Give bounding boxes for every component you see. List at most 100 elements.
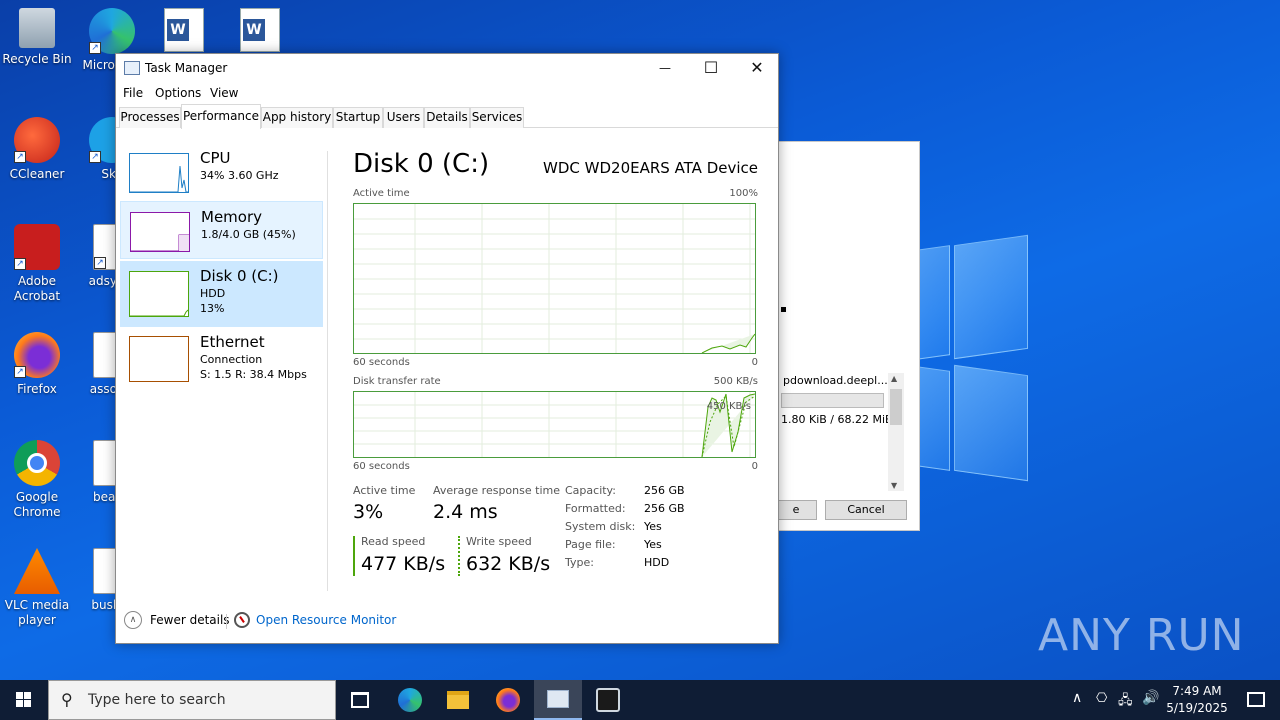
close-button[interactable]: ✕ bbox=[734, 54, 780, 83]
cancel-button[interactable]: Cancel bbox=[825, 500, 907, 520]
sidebar-item-cpu[interactable]: CPU 34% 3.60 GHz bbox=[120, 143, 323, 201]
taskbar-clock[interactable]: 7:49 AM 5/19/2025 bbox=[1162, 683, 1232, 717]
background-download-dialog: pdownload.deepl... 1.80 KiB / 68.22 MiB … bbox=[760, 141, 920, 531]
desktop-icon-label: CCleaner bbox=[9, 167, 65, 181]
prop-formatted-key: Formatted: bbox=[565, 502, 626, 515]
sidebar-item-ethernet[interactable]: Ethernet Connection S: 1.5 R: 38.4 Mbps bbox=[120, 327, 323, 389]
firefox-icon: ↗ bbox=[14, 332, 60, 378]
tab-strip: Processes Performance App history Startu… bbox=[116, 104, 778, 129]
menu-view[interactable]: View bbox=[210, 86, 238, 100]
volume-icon[interactable]: 🔊 bbox=[1142, 690, 1159, 706]
panel-title: Disk 0 (C:) bbox=[353, 149, 490, 179]
taskbar-task-manager[interactable] bbox=[534, 680, 582, 720]
anyrun-watermark: ANY RUN bbox=[1038, 610, 1245, 661]
desktop-icon-label: Google Chrome bbox=[13, 490, 61, 519]
task-manager-icon bbox=[547, 690, 569, 708]
dialog-scrollbar[interactable]: ▲ ▼ bbox=[888, 373, 904, 491]
read-speed-value: 477 KB/s bbox=[361, 553, 446, 575]
recycle-bin-icon bbox=[19, 8, 55, 48]
disk-detail-panel: Disk 0 (C:) WDC WD20EARS ATA Device Acti… bbox=[353, 129, 758, 599]
maximize-button[interactable]: ☐ bbox=[688, 54, 734, 83]
edge-icon bbox=[398, 688, 422, 712]
action-center-button[interactable] bbox=[1232, 680, 1280, 720]
clock-time: 7:49 AM bbox=[1172, 684, 1222, 698]
disk-mini-graph bbox=[130, 309, 189, 317]
sidebar-item-memory[interactable]: Memory 1.8/4.0 GB (45%) bbox=[120, 201, 323, 259]
system-tray: ∧ ⎔ 🖧 🔊 bbox=[1066, 680, 1162, 720]
prop-system-disk-key: System disk: bbox=[565, 520, 636, 533]
prop-capacity-key: Capacity: bbox=[565, 484, 616, 497]
title-bar[interactable]: Task Manager — ☐ ✕ bbox=[116, 54, 778, 83]
dialog-partial-button[interactable]: e bbox=[775, 500, 817, 520]
prop-page-file-key: Page file: bbox=[565, 538, 616, 551]
show-hidden-icons-chevron-up-icon[interactable]: ∧ bbox=[1072, 690, 1082, 706]
sidebar-item-name: Disk 0 (C:) bbox=[200, 267, 279, 285]
desktop-icon-adobe-acrobat[interactable]: ↗ Adobe Acrobat bbox=[0, 224, 74, 304]
search-icon: ⚲ bbox=[61, 690, 73, 709]
start-button[interactable] bbox=[0, 680, 48, 720]
desktop-icon-firefox[interactable]: ↗ Firefox bbox=[0, 332, 74, 397]
chrome-icon bbox=[14, 440, 60, 486]
menu-file[interactable]: File bbox=[123, 86, 143, 100]
taskbar-firefox[interactable] bbox=[484, 680, 532, 720]
graph2-max: 500 KB/s bbox=[713, 376, 758, 387]
network-device-icon[interactable]: ⎔ bbox=[1096, 691, 1107, 706]
sidebar-item-detail-2: 13% bbox=[200, 302, 225, 315]
acrobat-icon: ↗ bbox=[14, 224, 60, 270]
sidebar-item-detail: 34% 3.60 GHz bbox=[200, 169, 279, 182]
prop-page-file-value: Yes bbox=[644, 538, 662, 551]
desktop-icon-recycle-bin[interactable]: Recycle Bin bbox=[0, 8, 74, 67]
dialog-marker bbox=[781, 307, 786, 312]
task-manager-window: Task Manager — ☐ ✕ File Options View Pro… bbox=[115, 53, 779, 644]
active-time-plot bbox=[354, 204, 755, 353]
sidebar-item-detail: Connection bbox=[200, 353, 263, 366]
resource-monitor-label: Open Resource Monitor bbox=[256, 613, 397, 627]
taskbar-file-explorer[interactable] bbox=[434, 680, 482, 720]
task-view-button[interactable] bbox=[336, 680, 384, 720]
tab-processes[interactable]: Processes bbox=[119, 107, 181, 128]
sidebar-item-name: Memory bbox=[201, 208, 263, 226]
active-time-label: Active time bbox=[353, 484, 416, 497]
prop-system-disk-value: Yes bbox=[644, 520, 662, 533]
tab-services[interactable]: Services bbox=[470, 107, 524, 128]
cpu-thumbnail-graph bbox=[129, 153, 189, 193]
desktop-icon-ccleaner[interactable]: ↗ CCleaner bbox=[0, 117, 74, 182]
taskbar-search-box[interactable]: ⚲ Type here to search bbox=[48, 680, 336, 720]
cpu-mini-graph bbox=[130, 165, 188, 193]
task-manager-footer: ∧ Fewer details Open Resource Monitor bbox=[116, 607, 778, 635]
word-doc-icon[interactable]: W bbox=[240, 8, 280, 52]
sidebar-item-detail: 1.8/4.0 GB (45%) bbox=[201, 228, 296, 241]
tab-performance[interactable]: Performance bbox=[181, 104, 261, 129]
prop-formatted-value: 256 GB bbox=[644, 502, 685, 515]
network-icon[interactable]: 🖧 bbox=[1118, 691, 1133, 713]
graph1-time: 60 seconds bbox=[353, 357, 410, 368]
download-progress-bar bbox=[781, 393, 884, 408]
desktop-icon-label: Firefox bbox=[17, 382, 57, 396]
firefox-icon bbox=[496, 688, 520, 712]
word-doc-icon[interactable]: W bbox=[164, 8, 204, 52]
tab-users[interactable]: Users bbox=[383, 107, 424, 128]
graph2-inner-max: 450 KB/s bbox=[706, 401, 751, 412]
minimize-button[interactable]: — bbox=[642, 54, 688, 83]
taskbar-app-unknown[interactable] bbox=[584, 680, 632, 720]
menu-options[interactable]: Options bbox=[155, 86, 201, 100]
taskbar-edge[interactable] bbox=[386, 680, 434, 720]
footer-separator bbox=[226, 614, 227, 629]
graph2-time: 60 seconds bbox=[353, 461, 410, 472]
tab-details[interactable]: Details bbox=[424, 107, 470, 128]
taskbar: ⚲ Type here to search ∧ ⎔ 🖧 🔊 7:49 AM 5/… bbox=[0, 680, 1280, 720]
chevron-up-icon: ∧ bbox=[124, 611, 142, 629]
sidebar-divider bbox=[327, 151, 328, 591]
memory-thumbnail-graph bbox=[130, 212, 190, 252]
graph2-min: 0 bbox=[751, 461, 758, 472]
scrollbar-thumb[interactable] bbox=[890, 389, 902, 425]
desktop-icon-google-chrome[interactable]: Google Chrome bbox=[0, 440, 74, 520]
desktop-icon-vlc[interactable]: VLC media player bbox=[0, 548, 74, 628]
tab-app-history[interactable]: App history bbox=[261, 107, 333, 128]
prop-type-value: HDD bbox=[644, 556, 670, 569]
ccleaner-icon: ↗ bbox=[14, 117, 60, 163]
sidebar-item-disk[interactable]: Disk 0 (C:) HDD 13% bbox=[120, 261, 323, 327]
tab-startup[interactable]: Startup bbox=[333, 107, 383, 128]
read-speed-marker bbox=[353, 536, 355, 576]
vlc-icon bbox=[14, 548, 60, 594]
